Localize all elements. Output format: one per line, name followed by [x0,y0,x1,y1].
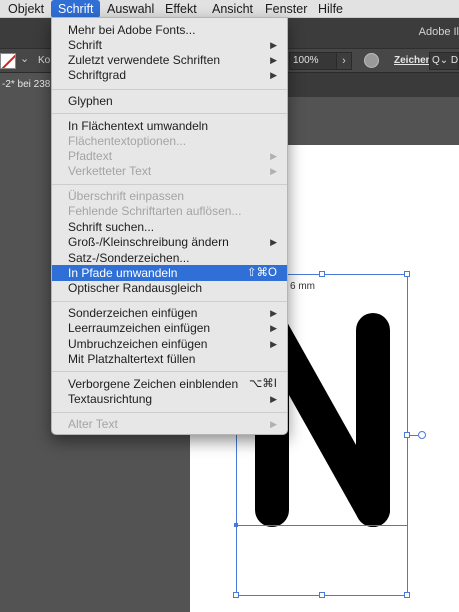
submenu-arrow-icon: ▶ [270,70,277,80]
menu-item-sonderzeichen-einfuegen[interactable]: Sonderzeichen einfügen ▶ [52,305,287,321]
submenu-arrow-icon: ▶ [270,237,277,247]
schrift-dropdown-menu: Mehr bei Adobe Fonts... Schrift ▶ Zuletzt… [51,17,288,435]
submenu-arrow-icon: ▶ [270,166,277,176]
anchor-point[interactable] [234,523,238,527]
menu-item-optischer-randausgleich[interactable]: Optischer Randausgleich [52,280,287,296]
menu-separator [52,89,287,90]
submenu-arrow-icon: ▶ [270,339,277,349]
shortcut-label: ⇧⌘O [246,267,277,279]
menu-separator [52,412,287,413]
menu-item-ueberschrift-einpassen: Überschrift einpassen [68,189,185,203]
menu-item-in-flaechentext-umwandeln[interactable]: In Flächentext umwandeln [52,118,287,134]
menu-item-mit-platzhaltertext-fuellen[interactable]: Mit Platzhaltertext füllen [52,351,287,367]
menu-item-schrift-suchen[interactable]: Schrift suchen... [52,219,287,235]
menu-item-alter-text: Alter Text ▶ [68,417,277,431]
submenu-arrow-icon: ▶ [270,151,277,161]
submenu-arrow-icon: ▶ [270,323,277,333]
menu-item-in-pfade-umwandeln[interactable]: In Pfade umwandeln ⇧⌘O [52,265,287,281]
menu-item-satz-sonderzeichen[interactable]: Satz-/Sonderzeichen... [52,250,287,266]
submenu-arrow-icon: ▶ [270,394,277,404]
menu-item-fehlende-schriftarten-aufloesen: Fehlende Schriftarten auflösen... [68,204,242,218]
measurement-label: 6 mm [290,281,315,292]
menu-separator [52,113,287,114]
menu-item-pfadtext: Pfadtext ▶ [68,149,277,163]
submenu-arrow-icon: ▶ [270,55,277,65]
menu-item-schrift[interactable]: Schrift ▶ [52,37,287,53]
menu-item-gross-kleinschreibung-aendern[interactable]: Groß-/Kleinschreibung ändern ▶ [52,234,287,250]
shortcut-label: ⌥⌘I [249,378,277,390]
submenu-arrow-icon: ▶ [270,419,277,429]
menu-item-glyphen[interactable]: Glyphen [52,93,287,109]
menu-item-verketteter-text: Verketteter Text ▶ [68,164,277,178]
menu-item-zuletzt-verwendete-schriften[interactable]: Zuletzt verwendete Schriften ▶ [52,52,287,68]
menu-item-textausrichtung[interactable]: Textausrichtung ▶ [52,391,287,407]
menu-separator [52,371,287,372]
menu-item-verborgene-zeichen-einblenden[interactable]: Verborgene Zeichen einblenden ⌥⌘I [52,376,287,392]
menu-separator [52,301,287,302]
submenu-arrow-icon: ▶ [270,40,277,50]
menu-separator [52,184,287,185]
menu-item-leerraumzeichen-einfuegen[interactable]: Leerraumzeichen einfügen ▶ [52,320,287,336]
menu-item-flaechentextoptionen: Flächentextoptionen... [68,134,187,148]
menu-item-mehr-bei-adobe-fonts[interactable]: Mehr bei Adobe Fonts... [52,22,287,38]
submenu-arrow-icon: ▶ [270,308,277,318]
menu-item-umbruchzeichen-einfuegen[interactable]: Umbruchzeichen einfügen ▶ [52,336,287,352]
menu-item-schriftgrad[interactable]: Schriftgrad ▶ [52,67,287,83]
